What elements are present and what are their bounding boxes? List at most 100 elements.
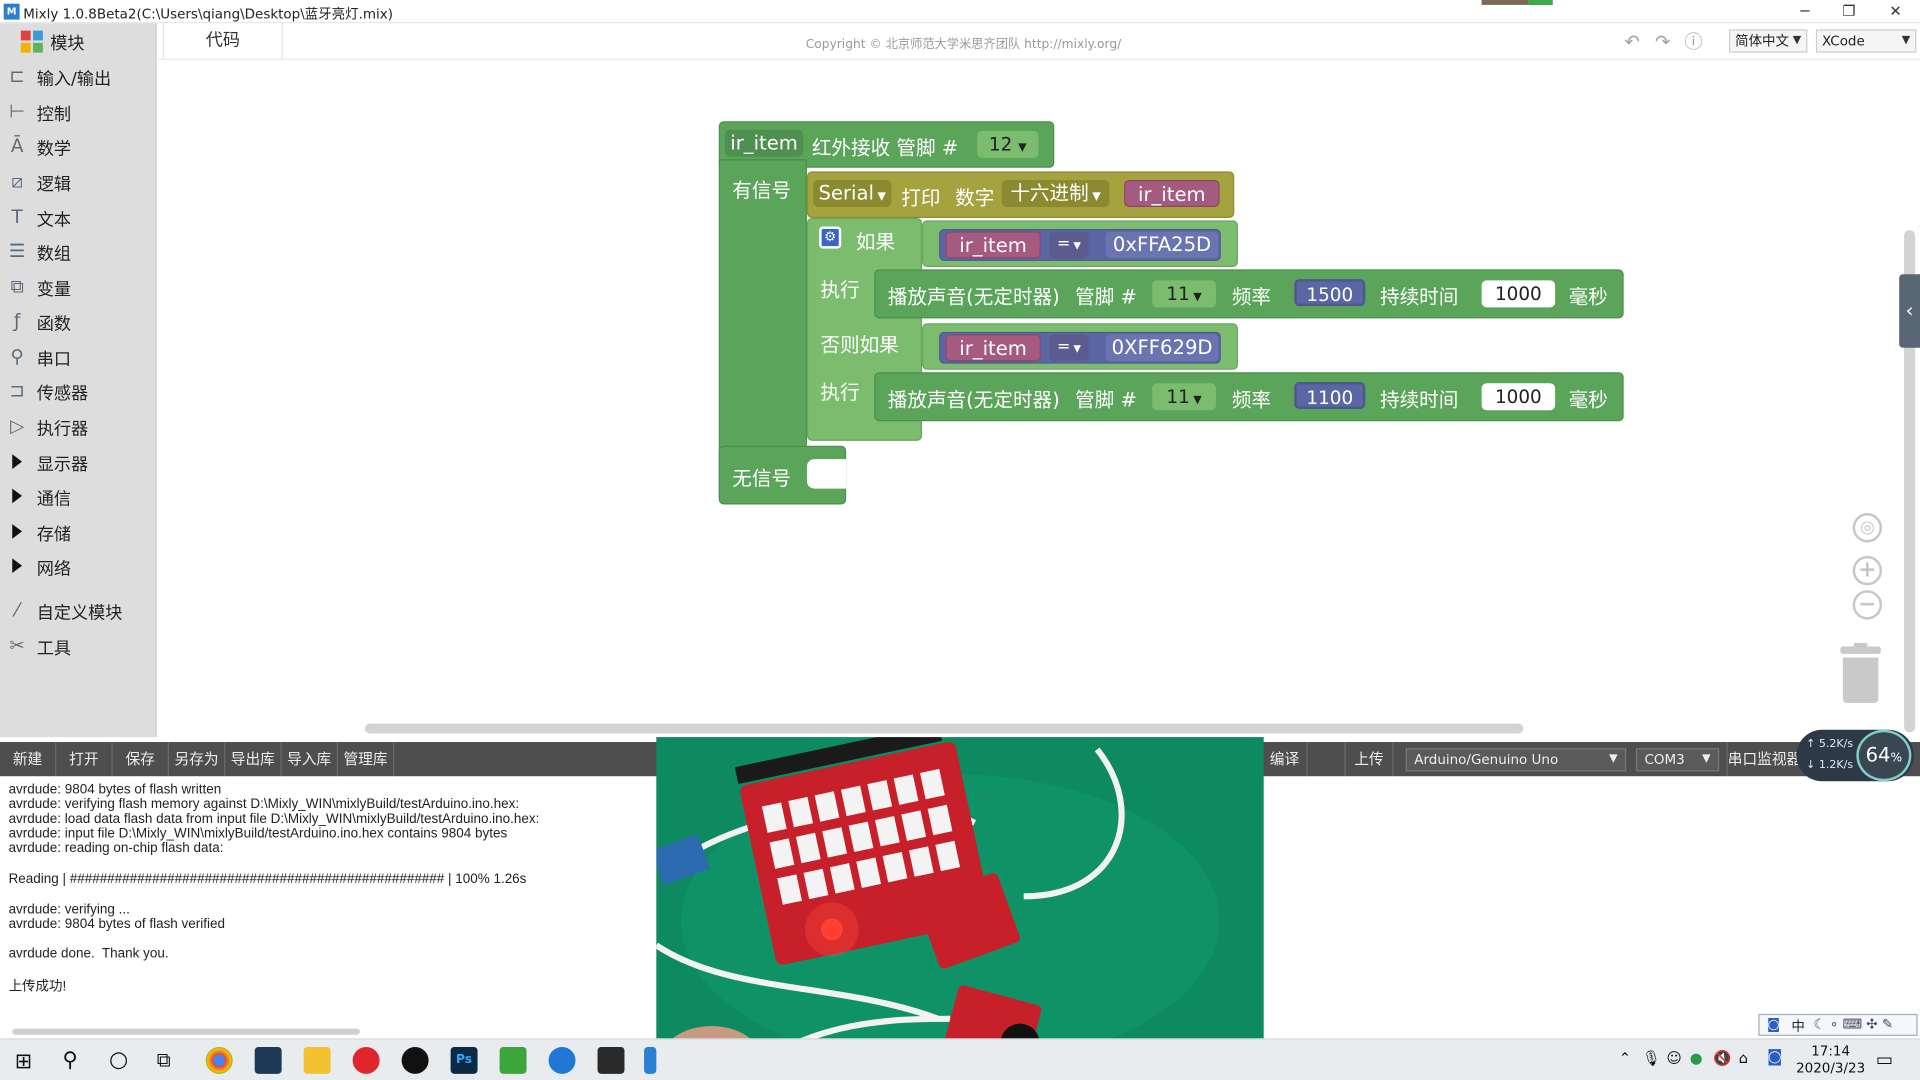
netease-music-icon[interactable] [352,1046,380,1074]
photos-icon[interactable] [597,1046,625,1074]
photoshop-icon[interactable]: Ps [450,1046,478,1074]
recenter-icon[interactable]: ◎ [1852,513,1883,543]
export-lib-button[interactable]: 导出库 [225,742,282,777]
tone1-duration-value[interactable]: 1000 [1481,280,1556,308]
qq-icon[interactable] [401,1046,429,1074]
cond1-operator-dropdown[interactable]: = ▼ [1049,231,1089,259]
sidebar-group-network[interactable]: 网络 [0,551,157,583]
theme-select[interactable]: XCode ▼ [1815,29,1917,53]
save-as-button[interactable]: 另存为 [169,742,226,777]
sidebar-item-label: 函数 [36,314,72,335]
tray-chevron-up-icon[interactable]: ⌃ [1619,1049,1631,1066]
chrome-icon[interactable] [205,1046,233,1074]
sidebar-item-tools[interactable]: ✂ 工具 [0,631,157,663]
cortana-icon[interactable]: ○ [109,1047,128,1073]
ir-pin-dropdown[interactable]: 12 ▼ [977,131,1039,158]
sidebar-group-storage[interactable]: 存储 [0,517,157,549]
tone1-freq-value[interactable]: 1500 [1294,279,1366,307]
sidebar-item-label: 串口 [36,350,72,370]
if-label: 如果 [855,230,896,254]
board-select[interactable]: Arduino/Genuino Uno ▼ [1405,748,1627,772]
undo-icon[interactable]: ↶ [1621,31,1643,53]
port-select[interactable]: COM3 ▼ [1635,748,1720,772]
arduino-board-photo [656,737,1264,1080]
speaker-muted-icon[interactable]: 🔇 [1713,1049,1731,1066]
serial-format-dropdown[interactable]: 十六进制 ▼ [1001,180,1110,207]
speed-rates: ↑ 5.2K/s ↓ 1.2K/s [1806,738,1854,772]
sidebar-group-communication[interactable]: 通信 [0,481,157,513]
cond2-value[interactable]: 0XFF629D [1105,334,1219,362]
cond2-operator-dropdown[interactable]: = ▼ [1049,334,1089,362]
ime-toolbar[interactable]: ◙ 中 ☾ ∘ ⌨ ✣ ✎ [1758,1013,1918,1036]
gear-icon[interactable]: ⚙ [819,226,842,249]
tone2-duration-value[interactable]: 1000 [1481,383,1556,411]
sidebar-item-text[interactable]: T 文本 [0,202,157,234]
tone2-freq-value[interactable]: 1100 [1294,382,1366,409]
sidebar-item-control[interactable]: ⊢ 控制 [0,97,157,129]
panel-collapse-handle[interactable]: ‹ [1899,274,1920,348]
workspace-horizontal-scrollbar[interactable] [364,723,1524,734]
sidebar-item-sensor[interactable]: ⊐ 传感器 [0,376,157,408]
new-button[interactable]: 新建 [0,742,57,777]
microphone-icon[interactable]: 🎙 [1642,1049,1661,1066]
ime-tray-icon[interactable]: ◙ [1767,1048,1782,1066]
sidebar-item-list[interactable]: ☰ 数组 [0,236,157,268]
console-line: avrdude: load data flash data from input… [8,811,540,827]
cond2-var-pill[interactable]: ir_item [945,334,1041,362]
zoom-out-icon[interactable]: − [1852,590,1883,620]
import-lib-button[interactable]: 导入库 [282,742,338,777]
kodi-icon[interactable] [254,1046,282,1074]
language-select[interactable]: 简体中文 ▼ [1728,29,1808,53]
notification-center-icon[interactable]: ▭ [1876,1048,1893,1070]
sidebar-item-custom-module[interactable]: ⁄ 自定义模块 [0,595,157,627]
serial-var-pill[interactable]: ir_item [1124,180,1220,207]
chevron-down-icon: ▼ [1018,142,1027,155]
open-button[interactable]: 打开 [56,742,113,777]
sidebar-item-actuator[interactable]: ▷ 执行器 [0,411,157,443]
edge-icon[interactable] [548,1046,576,1074]
mixly-taskbar-icon[interactable] [644,1046,657,1074]
restore-button[interactable]: ❐ [1827,1,1871,21]
save-button[interactable]: 保存 [113,742,169,777]
tone1-pin-dropdown[interactable]: 11 ▼ [1152,280,1216,308]
taskbar-clock[interactable]: 17:14 2020/3/23 [1790,1043,1871,1077]
help-icon[interactable]: ⓘ [1682,31,1704,53]
search-icon[interactable]: ⚲ [62,1048,77,1072]
compile-button[interactable]: 编译 [1261,742,1308,777]
block-category-sidebar: 模块 ⊏ 输入/输出 ⊢ 控制 Ā 数学 ⧄ 逻辑 T 文本 ☰ 数组 ⧉ 变量 ƒ 函数 ⚲ 串… [0,23,157,738]
sidebar-item-math[interactable]: Ā 数学 [0,131,157,163]
tone2-unit-label: 毫秒 [1568,388,1608,412]
trash-icon[interactable] [1840,642,1881,703]
sidebar-item-logic[interactable]: ⧄ 逻辑 [0,167,157,199]
sidebar-item-variable[interactable]: ⧉ 变量 [0,272,157,304]
close-button[interactable]: ✕ [1873,1,1917,21]
serial-monitor-button[interactable]: 串口监视器 [1726,742,1800,777]
variable-icon: ⧉ [10,275,24,298]
tone2-pin-dropdown[interactable]: 11 ▼ [1152,383,1216,411]
no-signal-slot [806,459,847,489]
sidebar-item-label: 数组 [36,244,72,265]
tone1-pin-label: 管脚 # [1075,285,1137,309]
serial-port-dropdown[interactable]: Serial ▼ [813,180,892,207]
task-view-icon[interactable]: ⧉ [157,1048,171,1072]
network-icon[interactable]: ⌂ [1739,1049,1748,1066]
redo-icon[interactable]: ↷ [1652,31,1674,53]
minimize-button[interactable]: ─ [1783,1,1827,21]
manage-lib-button[interactable]: 管理库 [338,742,395,777]
sidebar-item-serial[interactable]: ⚲ 串口 [0,342,157,374]
file-explorer-icon[interactable] [303,1046,331,1074]
console-horizontal-scrollbar[interactable] [12,1028,361,1035]
upload-button[interactable]: 上传 [1344,742,1394,777]
tab-code[interactable]: 代码 [162,23,283,59]
qq-tray-icon[interactable]: ☺ [1667,1049,1682,1066]
sidebar-item-io[interactable]: ⊏ 输入/输出 [0,61,157,93]
ir-var-pill[interactable]: ir_item [724,129,804,157]
zoom-in-icon[interactable]: + [1852,555,1883,586]
windows-start-icon[interactable]: ⊞ [15,1049,32,1073]
sidebar-group-display[interactable]: 显示器 [0,447,157,479]
sidebar-item-function[interactable]: ƒ 函数 [0,306,157,338]
cond1-value[interactable]: 0xFFA25D [1105,231,1219,259]
camtasia-icon[interactable] [499,1046,527,1074]
wechat-tray-icon[interactable]: ● [1690,1049,1703,1066]
cond1-var-pill[interactable]: ir_item [945,231,1041,259]
